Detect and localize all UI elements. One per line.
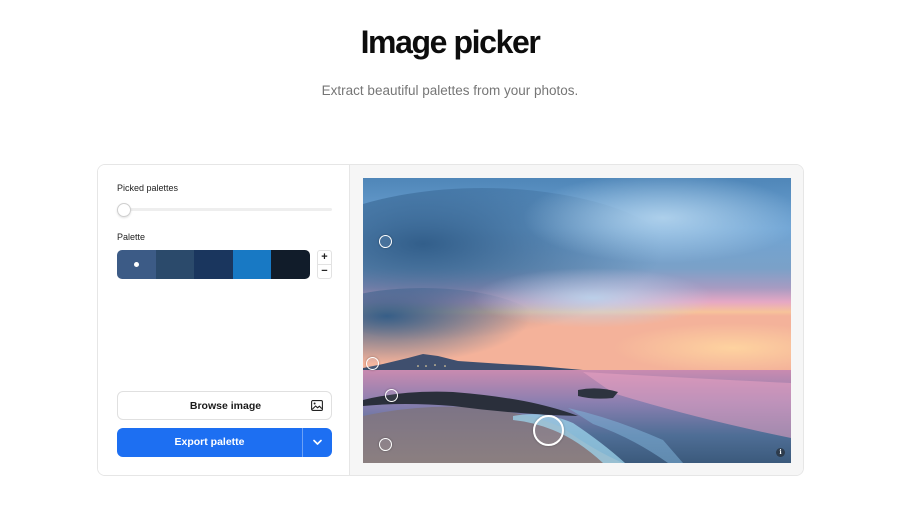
page-subtitle: Extract beautiful palettes from your pho… xyxy=(321,83,579,98)
picked-palettes-label: Picked palettes xyxy=(117,183,179,193)
export-button-group: Export palette xyxy=(117,428,332,457)
page-title: Image picker xyxy=(360,24,541,60)
remove-color-button[interactable]: − xyxy=(318,265,331,279)
browse-image-button[interactable]: Browse image xyxy=(117,391,332,420)
palette-picker-card: Picked palettes Palette + − Browse image xyxy=(97,164,804,476)
color-picker-handle-active[interactable] xyxy=(533,415,564,446)
export-palette-label: Export palette xyxy=(174,436,245,448)
palette-swatch-1[interactable] xyxy=(117,250,156,279)
picked-palettes-slider-track[interactable] xyxy=(120,208,332,211)
selected-swatch-indicator xyxy=(133,262,139,267)
palette-size-stepper: + − xyxy=(317,250,332,279)
image-icon xyxy=(311,400,323,411)
add-color-button[interactable]: + xyxy=(318,251,331,265)
palette-swatch-2[interactable] xyxy=(155,250,195,279)
palette-strip xyxy=(117,250,310,279)
source-photo[interactable]: i xyxy=(363,178,791,463)
palette-swatch-4[interactable] xyxy=(232,250,272,279)
palette-label: Palette xyxy=(117,232,146,242)
palette-swatch-3[interactable] xyxy=(194,250,233,279)
controls-panel: Picked palettes Palette + − Browse image xyxy=(98,165,350,475)
info-icon[interactable]: i xyxy=(776,448,785,457)
export-options-button[interactable] xyxy=(303,428,332,457)
sunset-beach-image xyxy=(363,178,791,463)
palette-swatch-5[interactable] xyxy=(271,250,310,279)
picked-palettes-slider-thumb[interactable] xyxy=(117,203,131,217)
chevron-down-icon xyxy=(313,439,322,445)
browse-image-label: Browse image xyxy=(189,400,262,412)
export-palette-button[interactable]: Export palette xyxy=(117,428,302,457)
color-picker-handle-2[interactable] xyxy=(366,357,379,370)
color-picker-handle-1[interactable] xyxy=(379,235,392,248)
color-picker-handle-4[interactable] xyxy=(379,438,392,451)
image-preview-panel: i xyxy=(350,165,803,475)
color-picker-handle-3[interactable] xyxy=(385,389,398,402)
